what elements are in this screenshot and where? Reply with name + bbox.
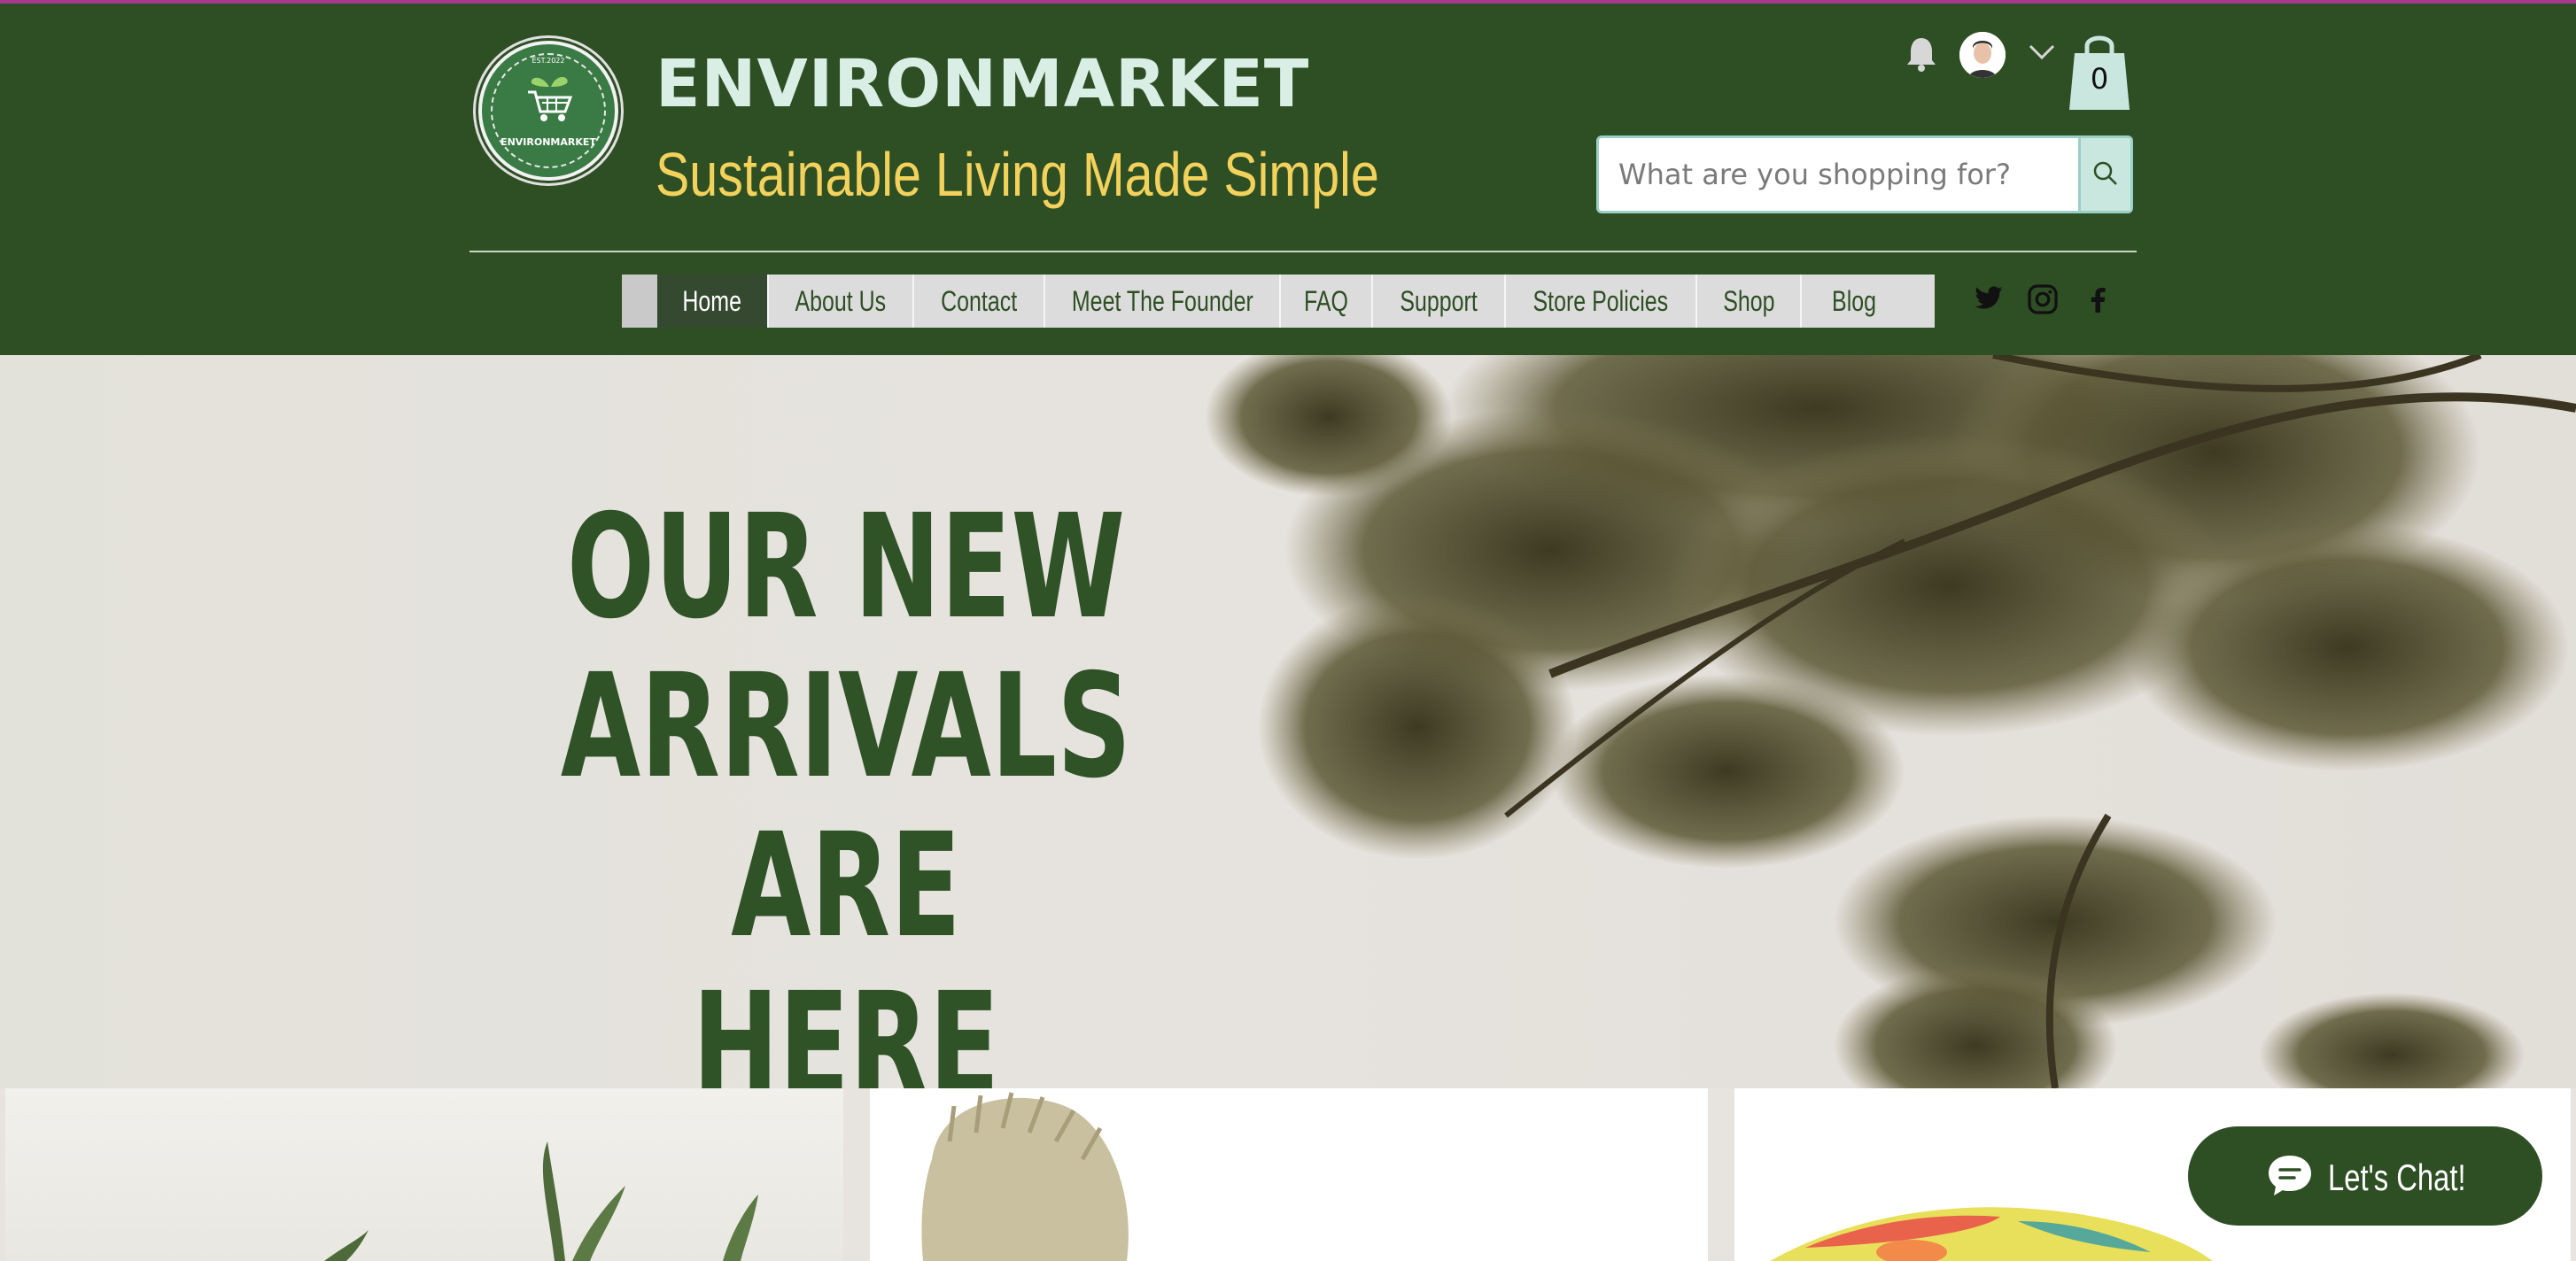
chat-button[interactable]: Let's Chat!: [2188, 1126, 2542, 1226]
search-icon: [2093, 161, 2117, 185]
nav-item-support[interactable]: Support: [1373, 275, 1506, 328]
chat-label: Let's Chat!: [2328, 1157, 2466, 1198]
logo-est-text: EST.2022: [531, 57, 565, 65]
facebook-icon[interactable]: [2082, 283, 2114, 315]
avatar-image: [1959, 32, 2006, 78]
hero-line-3: HERE: [692, 963, 1000, 1088]
nav-item-blog[interactable]: Blog: [1802, 275, 1906, 328]
chat-bubble-icon: [2269, 1156, 2311, 1195]
site-tagline: Sustainable Living Made Simple: [656, 140, 1379, 209]
nav-item-faq[interactable]: FAQ: [1281, 275, 1373, 328]
chevron-down-icon[interactable]: [2029, 44, 2055, 60]
nav-item-store-policies[interactable]: Store Policies: [1506, 275, 1697, 328]
tree-canopy-image: [1205, 355, 2576, 1088]
search-box: [1596, 135, 2133, 213]
nav-spacer: [622, 275, 659, 328]
search-button[interactable]: [2078, 138, 2130, 211]
hero-headline: OUR NEW ARRIVALS ARE HERE: [517, 488, 1175, 1088]
main-nav: Home About Us Contact Meet The Founder F…: [622, 275, 1935, 328]
cart-leaf-icon: [528, 77, 573, 121]
site-title[interactable]: ENVIRONMARKET: [656, 51, 1309, 117]
product-card[interactable]: [5, 1088, 843, 1261]
avatar[interactable]: [1959, 32, 2006, 78]
hero-banner: OUR NEW ARRIVALS ARE HERE: [0, 355, 2576, 1088]
logo[interactable]: EST.2022 ENVIRONMARKET: [478, 41, 618, 181]
cart-count[interactable]: 0: [2068, 62, 2131, 96]
bell-icon[interactable]: [1905, 35, 1938, 73]
nav-item-shop[interactable]: Shop: [1697, 275, 1802, 328]
brush-product-image: [921, 1092, 1129, 1261]
twitter-icon[interactable]: [1972, 283, 2006, 313]
nav-item-meet-the-founder[interactable]: Meet The Founder: [1045, 275, 1281, 328]
nav-item-home[interactable]: Home: [657, 275, 769, 328]
nav-item-contact[interactable]: Contact: [914, 275, 1045, 328]
hero-line-2: ARRIVALS ARE: [560, 644, 1132, 970]
hero-line-1: OUR NEW: [566, 484, 1126, 651]
header-divider: [469, 251, 2137, 252]
search-input[interactable]: [1599, 138, 2082, 211]
nav-item-about-us[interactable]: About Us: [769, 275, 914, 328]
plant-product-image: [324, 1141, 758, 1261]
instagram-icon[interactable]: [2027, 283, 2059, 315]
site-header: EST.2022 ENVIRONMARKET ENVIRONMARKET Sus…: [0, 4, 2576, 355]
logo-name-text: ENVIRONMARKET: [500, 136, 596, 148]
product-card[interactable]: [870, 1088, 1708, 1261]
